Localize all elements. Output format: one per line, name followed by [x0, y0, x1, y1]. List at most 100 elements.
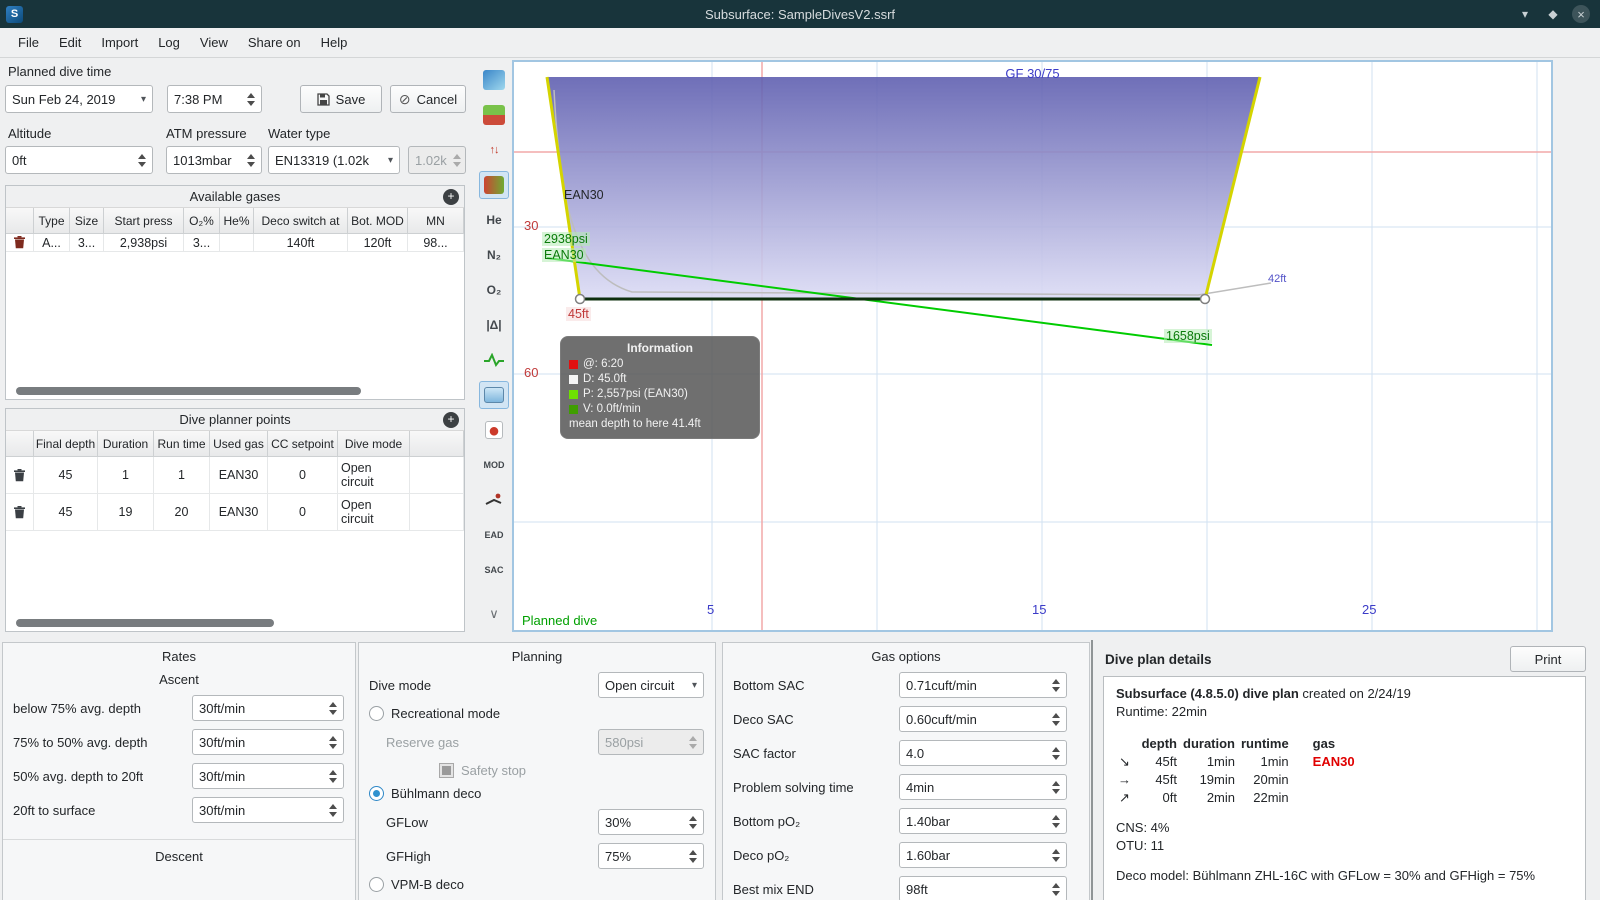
gas-mnd[interactable]: 98...	[408, 234, 464, 252]
show-photos-icon[interactable]	[479, 381, 509, 409]
spinner-arrows[interactable]	[1046, 882, 1060, 896]
spinner-arrows[interactable]	[323, 735, 337, 749]
spinner-arrows[interactable]	[1046, 814, 1060, 828]
collapse-toolbar-icon[interactable]: ∨	[479, 600, 509, 628]
spinner-arrows[interactable]	[323, 769, 337, 783]
delete-point-icon[interactable]	[6, 494, 34, 531]
radio-unchecked-icon[interactable]	[369, 877, 384, 892]
ruler-icon[interactable]: |Δ|	[479, 311, 509, 339]
bottom-po2-input[interactable]: 1.40bar	[899, 808, 1067, 834]
menu-import[interactable]: Import	[91, 30, 148, 55]
sac-icon[interactable]: SAC	[479, 556, 509, 584]
dive-date-select[interactable]: Sun Feb 24, 2019 ▾	[5, 85, 153, 113]
menu-log[interactable]: Log	[148, 30, 190, 55]
ascent-rate-surface-input[interactable]: 30ft/min	[192, 797, 344, 823]
dive-profile-chart[interactable]: GF 30/75 30 60 5 15 25 EAN30 2938psi EAN…	[512, 60, 1553, 632]
save-button[interactable]: Save	[300, 85, 382, 113]
dive-mode-select[interactable]: Open circuit ▾	[598, 672, 704, 698]
gas-type[interactable]: A...	[34, 234, 70, 252]
spinner-arrows[interactable]	[1046, 780, 1060, 794]
point-runtime[interactable]: 20	[154, 494, 210, 531]
point-duration[interactable]: 19	[98, 494, 154, 531]
dc-ceiling-icon[interactable]	[479, 101, 509, 129]
calculated-ceiling-icon[interactable]: ↑↓	[479, 136, 509, 164]
gas-start-press[interactable]: 2,938psi	[104, 234, 184, 252]
profile-scale-icon[interactable]	[479, 66, 509, 94]
tissue-heatmap-icon[interactable]	[479, 171, 509, 199]
close-window-icon[interactable]: ×	[1572, 5, 1590, 23]
spinner-arrows[interactable]	[683, 849, 697, 863]
panel-splitter[interactable]	[1091, 640, 1093, 900]
gas-change-icon[interactable]	[479, 416, 509, 444]
radio-checked-icon[interactable]	[369, 786, 384, 801]
spinner-arrows[interactable]	[683, 815, 697, 829]
ascent-rate-20ft-input[interactable]: 30ft/min	[192, 763, 344, 789]
dive-time-input[interactable]: 7:38 PM	[167, 85, 262, 113]
profile-handle[interactable]	[1199, 293, 1211, 305]
cancel-button[interactable]: ⊘ Cancel	[390, 85, 466, 113]
point-runtime[interactable]: 1	[154, 457, 210, 494]
gas-deco-switch[interactable]: 140ft	[254, 234, 348, 252]
gas-row[interactable]: A... 3... 2,938psi 3... 140ft 120ft 98..…	[6, 234, 464, 252]
point-gas[interactable]: EAN30	[210, 457, 268, 494]
buhlmann-deco-option[interactable]: Bühlmann deco	[359, 782, 715, 805]
gas-he[interactable]	[220, 234, 254, 252]
menu-view[interactable]: View	[190, 30, 238, 55]
profile-handle[interactable]	[574, 293, 586, 305]
point-setpoint[interactable]: 0	[268, 457, 338, 494]
recreational-mode-option[interactable]: Recreational mode	[359, 702, 715, 725]
pp-n2-icon[interactable]: N₂	[479, 241, 509, 269]
vpmb-deco-option[interactable]: VPM-B deco	[359, 873, 715, 896]
point-row[interactable]: 45 1 1 EAN30 0 Open circuit	[6, 457, 464, 494]
gas-size[interactable]: 3...	[70, 234, 104, 252]
delete-point-icon[interactable]	[6, 457, 34, 494]
heart-rate-icon[interactable]	[479, 346, 509, 374]
ascent-rate-50-input[interactable]: 30ft/min	[192, 729, 344, 755]
spinner-arrows[interactable]	[1046, 746, 1060, 760]
atm-pressure-input[interactable]: 1013mbar	[166, 146, 262, 174]
bottom-sac-input[interactable]: 0.71cuft/min	[899, 672, 1067, 698]
radio-unchecked-icon[interactable]	[369, 706, 384, 721]
point-depth[interactable]: 45	[34, 457, 98, 494]
maximize-window-icon[interactable]: ◆	[1544, 5, 1562, 23]
point-row[interactable]: 45 19 20 EAN30 0 Open circuit	[6, 494, 464, 531]
point-mode[interactable]: Open circuit	[338, 457, 410, 494]
swimmer-icon[interactable]	[479, 486, 509, 514]
point-duration[interactable]: 1	[98, 457, 154, 494]
spinner-arrows[interactable]	[323, 701, 337, 715]
spinner-arrows[interactable]	[323, 803, 337, 817]
print-button[interactable]: Print	[1510, 646, 1586, 672]
deco-po2-input[interactable]: 1.60bar	[899, 842, 1067, 868]
gases-hscrollbar[interactable]	[16, 387, 361, 395]
gflow-input[interactable]: 30%	[598, 809, 704, 835]
gas-o2[interactable]: 3...	[184, 234, 220, 252]
shade-window-icon[interactable]: ▾	[1516, 5, 1534, 23]
ascent-rate-75-input[interactable]: 30ft/min	[192, 695, 344, 721]
sac-factor-input[interactable]: 4.0	[899, 740, 1067, 766]
points-hscrollbar[interactable]	[16, 619, 274, 627]
menu-help[interactable]: Help	[311, 30, 358, 55]
spinner-arrows[interactable]	[1046, 712, 1060, 726]
add-gas-button[interactable]: +	[443, 189, 459, 205]
point-setpoint[interactable]: 0	[268, 494, 338, 531]
point-gas[interactable]: EAN30	[210, 494, 268, 531]
delete-gas-icon[interactable]	[6, 234, 34, 252]
spinner-arrows[interactable]	[132, 153, 146, 167]
pp-o2-icon[interactable]: O₂	[479, 276, 509, 304]
altitude-input[interactable]: 0ft	[5, 146, 153, 174]
spinner-arrows[interactable]	[1046, 678, 1060, 692]
spinner-arrows[interactable]	[1046, 848, 1060, 862]
best-mix-end-input[interactable]: 98ft	[899, 876, 1067, 900]
menu-file[interactable]: File	[8, 30, 49, 55]
water-type-select[interactable]: EN13319 (1.02k ▾	[268, 146, 400, 174]
gfhigh-input[interactable]: 75%	[598, 843, 704, 869]
spinner-arrows[interactable]	[241, 92, 255, 106]
pp-he-icon[interactable]: He	[479, 206, 509, 234]
ead-icon[interactable]: EAD	[479, 521, 509, 549]
menu-share-on[interactable]: Share on	[238, 30, 311, 55]
point-mode[interactable]: Open circuit	[338, 494, 410, 531]
spinner-arrows[interactable]	[241, 153, 255, 167]
gas-bot-mod[interactable]: 120ft	[348, 234, 408, 252]
point-depth[interactable]: 45	[34, 494, 98, 531]
menu-edit[interactable]: Edit	[49, 30, 91, 55]
